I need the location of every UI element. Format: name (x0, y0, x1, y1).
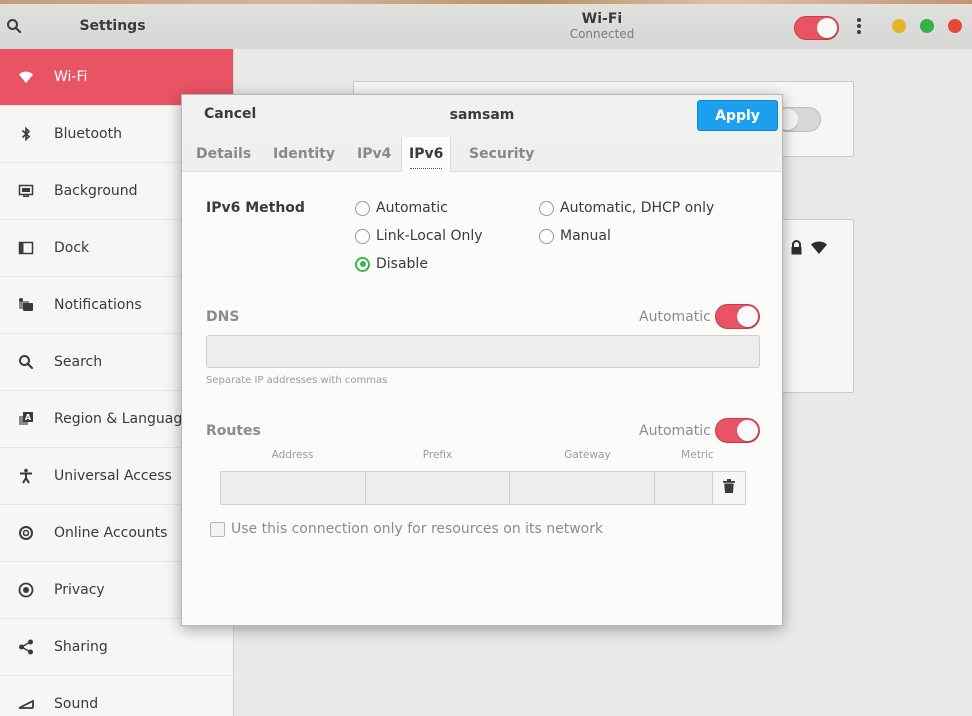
switch-knob (737, 420, 758, 441)
universal-access-icon (18, 468, 34, 484)
route-metric-input[interactable] (655, 472, 714, 504)
sidebar-item-label: Search (54, 354, 103, 370)
bluetooth-icon (18, 126, 34, 142)
minimize-button[interactable] (892, 19, 906, 33)
radio-label: Automatic (376, 200, 448, 216)
radio-indicator (355, 200, 370, 216)
settings-title: Settings (79, 18, 146, 34)
online-accounts-icon (18, 525, 34, 541)
dns-label: DNS (206, 309, 240, 325)
ipv6-method-label: IPv6 Method (206, 200, 305, 216)
sharing-icon (18, 639, 34, 655)
tab-ipv6[interactable]: IPv6 (401, 137, 452, 173)
lock-icon (790, 240, 803, 255)
close-window-button[interactable] (948, 19, 962, 33)
sidebar-item-label: Privacy (54, 582, 105, 598)
panel-subtitle: Connected (569, 27, 635, 41)
switch-knob (817, 18, 837, 38)
dns-automatic-label: Automatic (639, 309, 711, 325)
column-header-metric: Metric (681, 449, 714, 461)
sidebar-item-label: Sound (54, 696, 99, 712)
wallpaper-strip (0, 0, 972, 4)
sidebar-item-label: Universal Access (54, 468, 172, 484)
svg-text:A: A (25, 413, 32, 422)
radio-automatic[interactable]: Automatic (355, 200, 448, 216)
sidebar-item-label: Notifications (54, 297, 142, 313)
dialog-title: samsam (449, 107, 515, 123)
background-icon (18, 183, 34, 199)
delete-route-button[interactable] (713, 472, 745, 504)
sidebar-item-label: Background (54, 183, 138, 199)
checkbox-box (210, 521, 225, 537)
radio-link-local-only[interactable]: Link-Local Only (355, 228, 483, 244)
trash-icon (723, 479, 736, 497)
tab-ipv6-label: IPv6 (409, 146, 444, 162)
sidebar-item-label: Wi-Fi (54, 69, 88, 85)
route-gateway-input[interactable] (510, 472, 656, 504)
column-header-gateway: Gateway (564, 449, 611, 461)
routes-label: Routes (206, 423, 261, 439)
column-header-address: Address (271, 449, 314, 461)
dock-icon (18, 240, 34, 256)
radio-indicator (355, 256, 370, 272)
route-row (220, 471, 746, 505)
sidebar-item-sharing[interactable]: Sharing (0, 619, 233, 676)
tab-security[interactable]: Security (469, 137, 534, 172)
maximize-button[interactable] (920, 19, 934, 33)
tab-details[interactable]: Details (196, 137, 251, 172)
focus-underline (410, 168, 443, 169)
sidebar-item-label: Region & Language (54, 411, 191, 427)
radio-label: Automatic, DHCP only (560, 200, 715, 216)
radio-indicator (539, 200, 554, 216)
sound-icon (18, 696, 34, 712)
sidebar-item-sound[interactable]: Sound (0, 676, 233, 716)
wifi-icon (18, 69, 34, 85)
routes-automatic-label: Automatic (639, 423, 711, 439)
radio-disable[interactable]: Disable (355, 256, 428, 272)
radio-automatic-dhcp-only[interactable]: Automatic, DHCP only (539, 200, 714, 216)
dns-automatic-toggle[interactable] (715, 304, 760, 329)
menu-dots-icon[interactable] (853, 17, 865, 37)
radio-label: Link-Local Only (376, 228, 483, 244)
checkbox-label: Use this connection only for resources o… (231, 521, 604, 537)
radio-manual[interactable]: Manual (539, 228, 611, 244)
search-icon (18, 354, 34, 370)
privacy-icon (18, 582, 34, 598)
panel-title: Wi-Fi Connected (502, 11, 702, 41)
route-address-input[interactable] (221, 472, 366, 504)
header-bar: Settings Wi-Fi Connected (0, 0, 972, 49)
tab-identity[interactable]: Identity (273, 137, 335, 172)
switch-knob (737, 306, 758, 327)
panel-title-text: Wi-Fi (581, 11, 623, 27)
radio-indicator (539, 228, 554, 244)
column-header-prefix: Prefix (422, 449, 453, 461)
dns-input[interactable] (206, 335, 760, 368)
dns-hint: Separate IP addresses with commas (206, 375, 388, 386)
sidebar-item-label: Bluetooth (54, 126, 122, 142)
connection-dialog: Cancel samsam Apply Details Identity IPv… (181, 94, 783, 626)
notifications-icon (18, 297, 34, 313)
radio-label: Manual (560, 228, 611, 244)
route-prefix-input[interactable] (365, 472, 511, 504)
tab-ipv4[interactable]: IPv4 (357, 137, 391, 172)
apply-button[interactable]: Apply (697, 100, 778, 131)
sidebar-item-label: Dock (54, 240, 90, 256)
cancel-button[interactable]: Cancel (192, 101, 268, 127)
sidebar-item-label: Sharing (54, 639, 108, 655)
dialog-header: Cancel samsam Apply (182, 95, 782, 137)
radio-indicator (355, 228, 370, 244)
region-icon: A (18, 411, 34, 427)
routes-automatic-toggle[interactable] (715, 418, 760, 443)
sidebar-item-label: Online Accounts (54, 525, 168, 541)
wifi-toggle-switch[interactable] (794, 16, 839, 40)
wifi-signal-icon (810, 240, 828, 255)
only-local-resources-checkbox[interactable]: Use this connection only for resources o… (210, 521, 603, 537)
tab-bar: Details Identity IPv4 IPv6 Security (182, 137, 782, 173)
radio-label: Disable (376, 256, 428, 272)
